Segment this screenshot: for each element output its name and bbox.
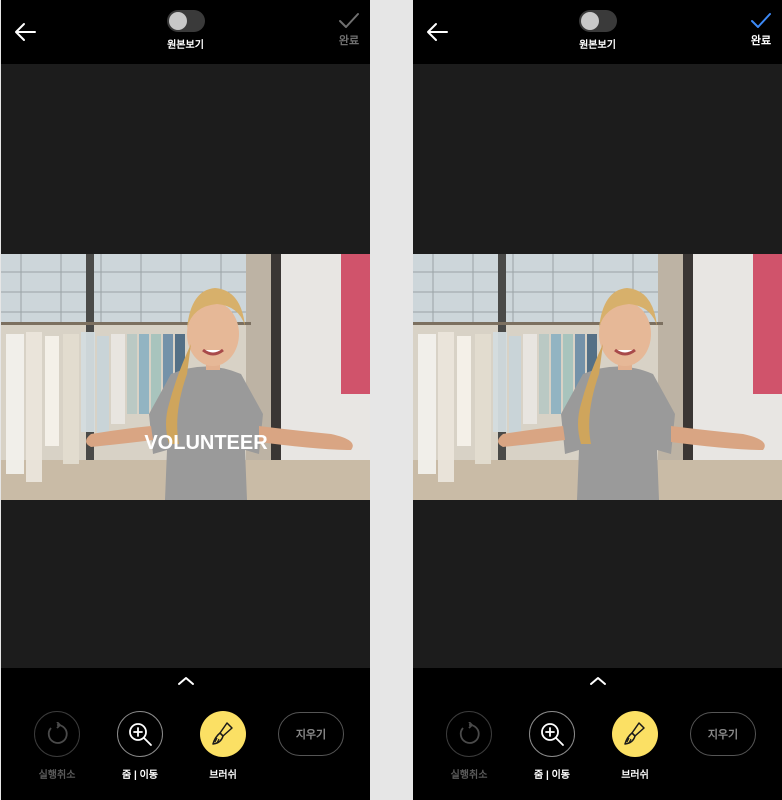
original-view-toggle[interactable] — [166, 10, 205, 32]
tool-bar: 실행취소 줌 | 이동 브러쉬 지우기 — [413, 694, 782, 800]
brush-icon — [212, 722, 233, 745]
zoom-circle — [529, 711, 575, 757]
checkmark-icon — [751, 13, 771, 28]
undo-label: 실행취소 — [38, 770, 76, 781]
editor-screen-left: 원본보기 완료 VOLUNTEER 실행취소 줌 | 이동 브러쉬 지우기 — [1, 0, 370, 800]
photo-canvas[interactable] — [413, 254, 782, 500]
undo-label: 실행취소 — [450, 770, 488, 781]
brush-circle — [612, 711, 658, 757]
undo-button[interactable]: 실행취소 — [17, 711, 97, 781]
expand-toolbar-button[interactable] — [1, 668, 370, 694]
original-view-label: 원본보기 — [167, 40, 204, 51]
erase-button[interactable]: 지우기 — [690, 712, 756, 756]
done-label: 완료 — [750, 35, 772, 47]
arrow-left-icon — [427, 23, 448, 41]
undo-icon — [459, 722, 480, 744]
arrow-left-icon — [15, 23, 36, 41]
original-view-label: 원본보기 — [579, 40, 616, 51]
brush-button[interactable]: 브러쉬 — [183, 711, 263, 781]
zoom-move-button[interactable]: 줌 | 이동 — [512, 711, 592, 781]
done-button[interactable]: 완료 — [336, 12, 362, 48]
zoom-move-label: 줌 | 이동 — [122, 770, 158, 781]
brush-circle — [200, 711, 246, 757]
undo-button[interactable]: 실행취소 — [429, 711, 509, 781]
erase-button[interactable]: 지우기 — [278, 712, 344, 756]
zoom-in-icon — [541, 723, 564, 746]
zoom-circle — [117, 711, 163, 757]
toggle-knob — [168, 12, 187, 30]
checkmark-icon — [339, 13, 359, 28]
done-button[interactable]: 완료 — [748, 12, 774, 48]
zoom-in-icon — [129, 723, 152, 746]
undo-circle — [34, 711, 80, 757]
expand-toolbar-button[interactable] — [413, 668, 782, 694]
undo-icon — [47, 722, 68, 744]
chevron-up-icon — [177, 677, 194, 685]
top-bar: 원본보기 완료 — [413, 0, 782, 64]
chevron-up-icon — [589, 677, 606, 685]
tool-bar: 실행취소 줌 | 이동 브러쉬 지우기 — [1, 694, 370, 800]
original-view-toggle-group: 원본보기 — [578, 10, 617, 51]
brush-label: 브러쉬 — [209, 770, 237, 781]
original-view-toggle[interactable] — [578, 10, 617, 32]
original-view-toggle-group: 원본보기 — [166, 10, 205, 51]
back-button[interactable] — [11, 18, 39, 46]
top-bar: 원본보기 완료 — [1, 0, 370, 64]
shirt-text: VOLUNTEER — [144, 432, 268, 454]
zoom-move-label: 줌 | 이동 — [534, 770, 570, 781]
brush-label: 브러쉬 — [621, 770, 649, 781]
back-button[interactable] — [423, 18, 451, 46]
photo-canvas[interactable]: VOLUNTEER — [1, 254, 370, 500]
brush-icon — [624, 722, 645, 745]
undo-circle — [446, 711, 492, 757]
toggle-knob — [580, 12, 599, 30]
brush-button[interactable]: 브러쉬 — [595, 711, 675, 781]
editor-screen-right: 원본보기 완료 실행취소 줌 | 이동 브러쉬 지우기 — [413, 0, 782, 800]
done-label: 완료 — [338, 35, 360, 47]
zoom-move-button[interactable]: 줌 | 이동 — [100, 711, 180, 781]
